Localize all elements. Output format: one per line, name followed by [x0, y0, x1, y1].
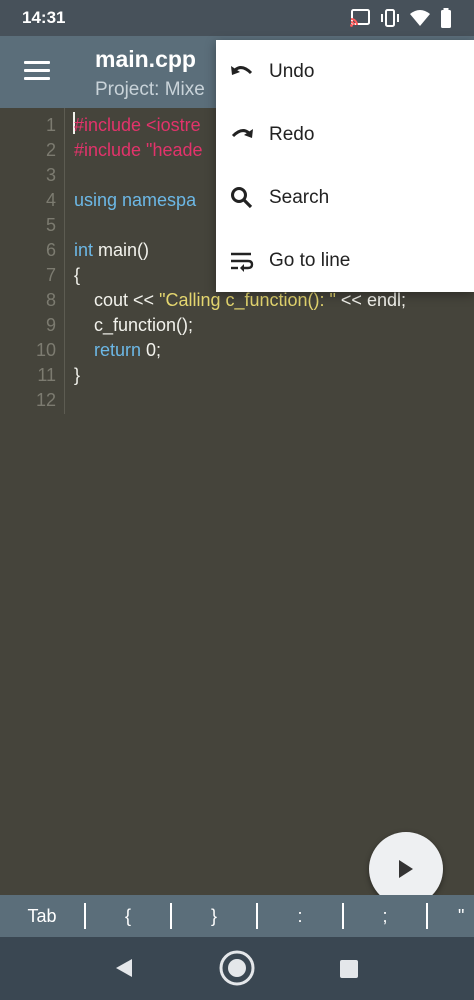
- code-token: << endl;: [335, 290, 406, 310]
- line-number: 4: [45, 190, 56, 210]
- line-code: using namespa: [74, 188, 196, 213]
- line-number: 11: [37, 365, 56, 385]
- line-code: }: [74, 363, 80, 388]
- symbol-key-open-brace[interactable]: {: [86, 895, 170, 937]
- symbol-key-close-brace[interactable]: }: [172, 895, 256, 937]
- line-number: 8: [45, 290, 56, 310]
- cast-icon: [350, 9, 370, 27]
- line-code: return 0;: [74, 338, 161, 363]
- code-token: using namespa: [74, 190, 197, 210]
- line-number: 6: [45, 240, 56, 260]
- code-line[interactable]: 12: [0, 388, 474, 413]
- menu-item-label: Undo: [269, 61, 315, 82]
- project-subtitle: Project: Mixe: [95, 79, 205, 100]
- code-line[interactable]: 9 c_function();: [0, 313, 474, 338]
- symbol-bar: Tab { } : ; ": [0, 895, 474, 937]
- menu-item-undo[interactable]: Undo: [216, 40, 474, 103]
- menu-item-search[interactable]: Search: [216, 166, 474, 229]
- code-token: return: [94, 340, 142, 360]
- symbol-key-semicolon[interactable]: ;: [344, 895, 426, 937]
- symbol-key-colon[interactable]: :: [258, 895, 342, 937]
- line-code: c_function();: [74, 313, 193, 338]
- code-token: {: [74, 265, 81, 285]
- menu-item-label: Redo: [269, 124, 315, 145]
- overflow-popup-menu: Undo Redo Search Go to line: [216, 40, 474, 292]
- status-icons: [350, 8, 452, 28]
- line-code: #include <iostre: [74, 113, 201, 138]
- line-number: 10: [35, 340, 56, 360]
- home-icon[interactable]: [218, 949, 256, 987]
- menu-item-label: Search: [269, 187, 330, 208]
- code-line[interactable]: 10 return 0;: [0, 338, 474, 363]
- line-number: 3: [45, 165, 56, 185]
- symbol-key-tab[interactable]: Tab: [0, 895, 84, 937]
- undo-icon: [231, 66, 253, 75]
- line-code: {: [74, 263, 80, 288]
- line-number: 12: [35, 390, 56, 410]
- back-icon[interactable]: [113, 957, 135, 979]
- menu-item-go-to-line[interactable]: Go to line: [216, 229, 474, 292]
- status-time: 14:31: [22, 8, 66, 27]
- redo-icon: [231, 129, 253, 138]
- line-number: 7: [45, 265, 56, 285]
- status-bar: 14:31: [0, 0, 474, 36]
- code-token: cout <<: [74, 290, 160, 310]
- vibrate-icon: [381, 9, 399, 27]
- code-token: "Calling c_function(): ": [159, 290, 336, 310]
- line-code: int main(): [74, 238, 149, 263]
- line-number: 2: [45, 140, 56, 160]
- go-to-line-icon: [231, 252, 254, 272]
- code-token: #include <iostre: [74, 115, 201, 135]
- wifi-icon: [410, 10, 430, 26]
- file-title: main.cpp: [95, 46, 196, 72]
- line-code: #include "heade: [74, 138, 203, 163]
- code-token: 0;: [141, 340, 162, 360]
- code-token: }: [74, 365, 81, 385]
- battery-icon: [441, 8, 451, 28]
- line-number: 1: [45, 115, 56, 135]
- recents-icon[interactable]: [339, 959, 359, 979]
- play-icon: [399, 860, 413, 878]
- hamburger-menu-icon[interactable]: [20, 58, 54, 86]
- code-token: main(): [93, 240, 150, 260]
- system-nav-bar: [0, 937, 474, 1000]
- code-token: #include "heade: [74, 140, 203, 160]
- line-number: 9: [45, 315, 56, 335]
- code-line[interactable]: 11}: [0, 363, 474, 388]
- code-token: int: [74, 240, 94, 260]
- symbol-key-quote[interactable]: ": [428, 895, 474, 937]
- menu-item-redo[interactable]: Redo: [216, 103, 474, 166]
- search-icon: [231, 187, 253, 209]
- code-token: c_function();: [74, 315, 194, 335]
- menu-item-label: Go to line: [269, 250, 351, 271]
- line-number: 5: [45, 215, 56, 235]
